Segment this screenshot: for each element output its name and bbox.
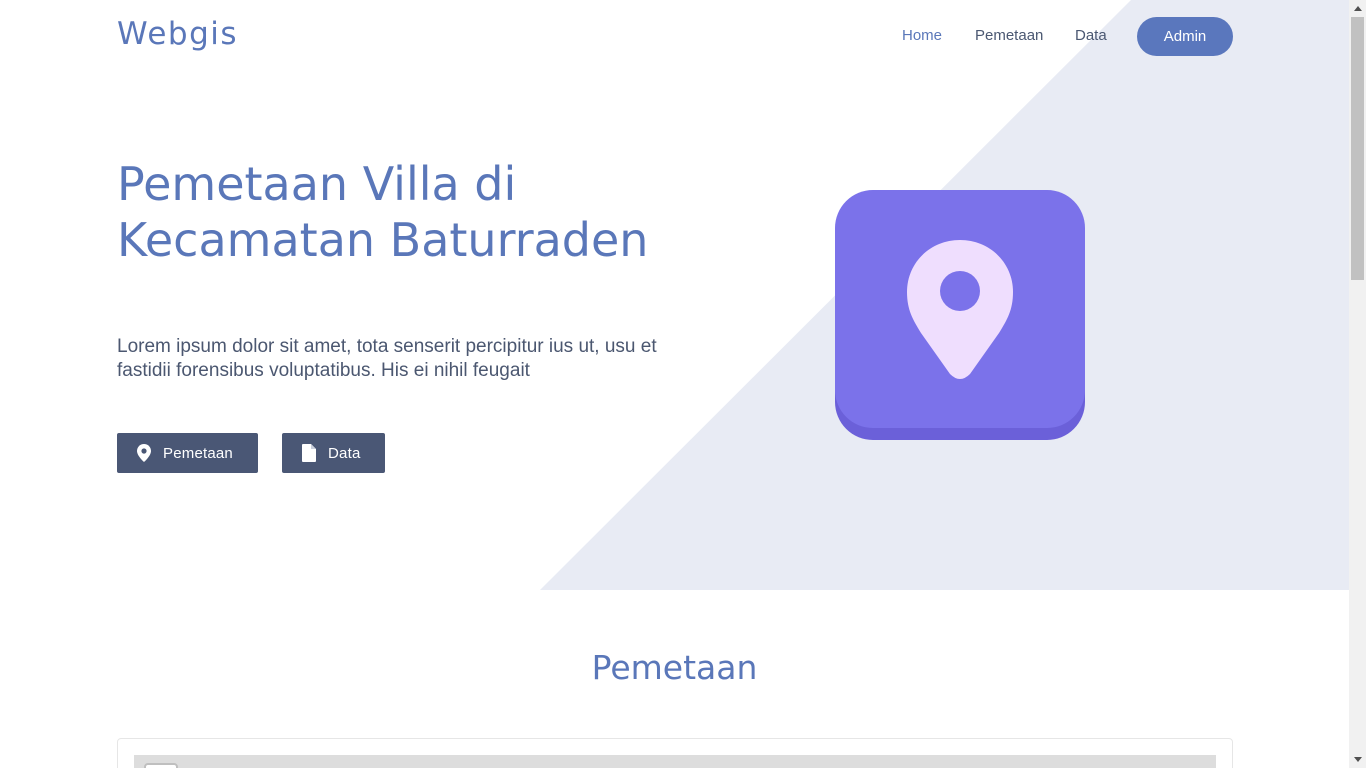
admin-button[interactable]: Admin	[1137, 17, 1233, 56]
nav-pemetaan-link[interactable]: Pemetaan	[975, 27, 1043, 44]
data-button[interactable]: Data	[282, 433, 385, 473]
pemetaan-button-label: Pemetaan	[163, 444, 233, 462]
navbar: Home Pemetaan Data Admin	[0, 17, 1349, 56]
map-marker-icon	[137, 444, 151, 462]
section-title: Pemetaan	[591, 648, 758, 687]
pemetaan-button[interactable]: Pemetaan	[117, 433, 258, 473]
file-icon	[302, 444, 316, 462]
page: Webgis Home Pemetaan Data Admin Pemetaan…	[0, 0, 1349, 768]
map-zoom-control[interactable]	[144, 763, 178, 768]
map-pin-illustration	[835, 190, 1085, 440]
nav-home-link[interactable]: Home	[902, 27, 942, 44]
scroll-down-arrow-icon[interactable]	[1349, 751, 1366, 768]
map-card	[117, 738, 1233, 768]
hero-background-triangle	[540, 0, 1349, 590]
data-button-label: Data	[328, 444, 361, 462]
nav-data-link[interactable]: Data	[1075, 27, 1107, 44]
scrollbar-thumb[interactable]	[1351, 17, 1364, 280]
map-canvas[interactable]	[134, 755, 1216, 768]
scrollbar[interactable]	[1349, 0, 1366, 768]
hero-title: Pemetaan Villa di Kecamatan Baturraden	[117, 157, 649, 267]
scroll-up-arrow-icon[interactable]	[1349, 0, 1366, 17]
hero-description: Lorem ipsum dolor sit amet, tota senseri…	[117, 336, 657, 381]
